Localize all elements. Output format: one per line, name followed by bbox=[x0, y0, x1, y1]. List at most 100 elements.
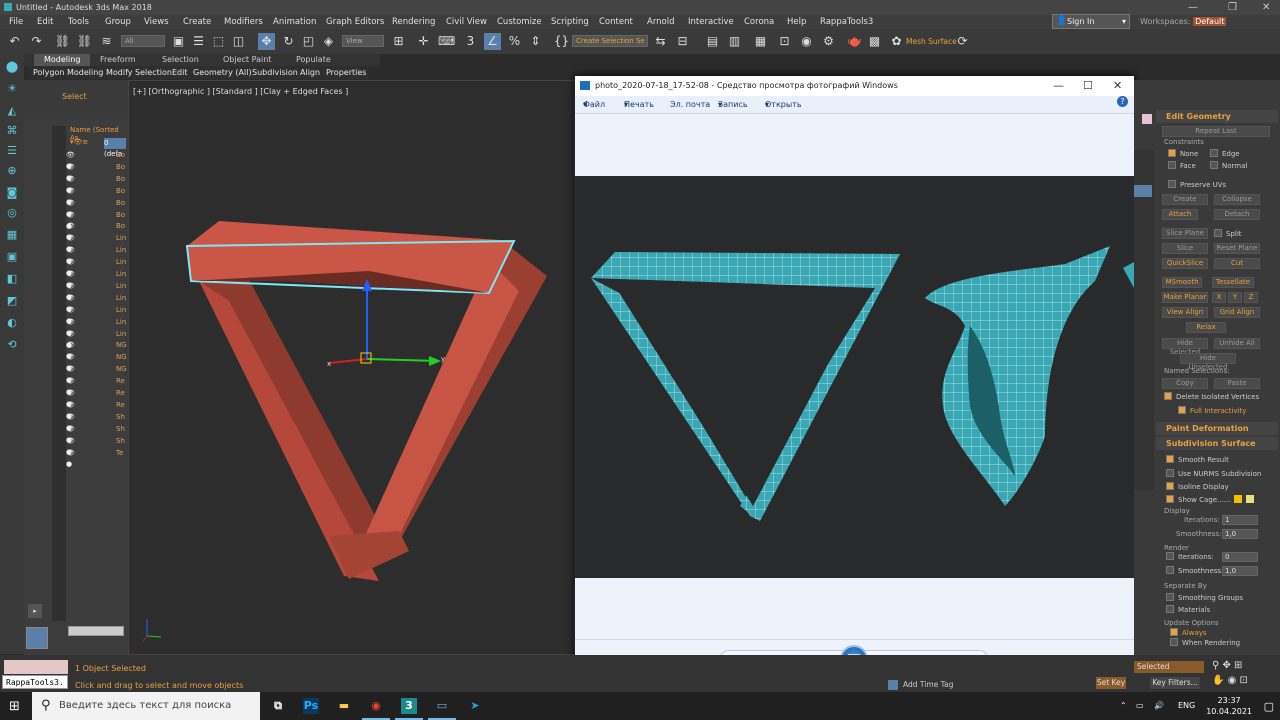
scene-item[interactable]: Lin bbox=[116, 329, 126, 340]
hide-unselected-button[interactable]: Hide Unselected bbox=[1180, 353, 1236, 371]
viewport-orthographic[interactable]: [+] [Orthographic ] [Standard ] [Clay + … bbox=[128, 80, 575, 655]
photoshop-icon[interactable]: Ps bbox=[303, 698, 319, 714]
isoline-display-checkbox[interactable]: Isoline Display bbox=[1166, 482, 1229, 492]
maximize-icon[interactable]: ❐ bbox=[1228, 0, 1237, 15]
visibility-toggle-icon[interactable]: 👁● bbox=[66, 293, 80, 313]
chrome-icon[interactable]: ◉ bbox=[362, 698, 390, 720]
subtab-properties[interactable]: Properties bbox=[326, 66, 366, 79]
visibility-toggle-icon[interactable]: 👁● bbox=[66, 174, 80, 194]
notifications-icon[interactable]: ▢ bbox=[1264, 700, 1274, 713]
workspaces-selector[interactable]: Workspaces: Default bbox=[1140, 15, 1227, 29]
scene-item[interactable]: Lin bbox=[116, 257, 126, 268]
edit-named-selection-icon[interactable]: {} bbox=[553, 33, 570, 50]
visibility-toggle-icon[interactable]: 👁● bbox=[66, 329, 80, 349]
menu-corona[interactable]: Corona bbox=[744, 15, 774, 29]
pv-menu-file[interactable]: Файл ▾ bbox=[583, 96, 605, 114]
smoothness-spinner[interactable]: 1,0 bbox=[1222, 529, 1258, 539]
menu-file[interactable]: File bbox=[9, 15, 23, 29]
menu-scripting[interactable]: Scripting bbox=[551, 15, 589, 29]
spinner-snap-icon[interactable]: ⇕ bbox=[527, 33, 544, 50]
visibility-toggle-icon[interactable]: 👁● bbox=[66, 364, 80, 384]
scene-item[interactable]: Re bbox=[116, 376, 125, 387]
close-icon[interactable]: ✕ bbox=[1262, 0, 1270, 15]
paste-button[interactable]: Paste bbox=[1214, 378, 1260, 389]
3dsmax-taskbar-icon[interactable]: 3 bbox=[395, 698, 423, 720]
cut-button[interactable]: Cut bbox=[1214, 258, 1260, 269]
toggle-ribbon-icon[interactable]: ▥ bbox=[726, 33, 743, 50]
minimize-icon[interactable]: — bbox=[1188, 0, 1198, 15]
render-smoothness-checkbox[interactable]: Smoothness: bbox=[1166, 566, 1223, 576]
bulb-icon[interactable]: ◙ bbox=[5, 186, 19, 199]
scene-item[interactable]: Lin bbox=[116, 245, 126, 256]
subtab-polygon-modeling[interactable]: Polygon Modeling bbox=[33, 66, 103, 79]
render-frame-icon[interactable]: 🫖 bbox=[846, 33, 863, 50]
visibility-toggle-icon[interactable]: 👁● bbox=[66, 436, 80, 456]
delete-isolated-vertices-checkbox[interactable]: Delete Isolated Vertices bbox=[1164, 392, 1259, 402]
telegram-icon[interactable]: ➤ bbox=[467, 698, 483, 714]
visibility-toggle-icon[interactable]: 👁● bbox=[66, 317, 80, 337]
pivot-center-icon[interactable]: ⊞ bbox=[390, 33, 407, 50]
scene-item[interactable]: Bo bbox=[116, 186, 125, 197]
menu-interactive[interactable]: Interactive bbox=[688, 15, 734, 29]
scene-explorer-scrollbar[interactable] bbox=[68, 626, 124, 636]
expand-arrow-icon[interactable]: ▸ bbox=[28, 604, 42, 618]
grid-align-button[interactable]: Grid Align bbox=[1214, 307, 1260, 318]
schematic-view-icon[interactable]: ⊡ bbox=[776, 33, 793, 50]
keyboard-shortcut-override-icon[interactable]: ⌨ bbox=[438, 33, 455, 50]
material-editor-icon[interactable]: ◉ bbox=[798, 33, 815, 50]
scene-item[interactable]: Lin bbox=[116, 233, 126, 244]
display-icon[interactable]: ▣ bbox=[5, 250, 19, 263]
reset-plane-button[interactable]: Reset Plane bbox=[1214, 243, 1260, 254]
orbit-icon[interactable]: ✋ ◉ ⊡ bbox=[1212, 675, 1248, 686]
maxscript-listener[interactable] bbox=[4, 660, 68, 674]
copy-button[interactable]: Copy bbox=[1162, 378, 1208, 389]
scene-item[interactable]: NG bbox=[116, 340, 127, 351]
unhide-all-button[interactable]: Unhide All bbox=[1214, 338, 1260, 349]
scene-item[interactable]: Bo bbox=[116, 162, 125, 173]
visibility-toggle-icon[interactable]: 👁● bbox=[66, 198, 80, 218]
scene-item[interactable]: NG bbox=[116, 364, 127, 375]
rollout-paint-deformation[interactable]: Paint Deformation bbox=[1156, 422, 1278, 435]
layer-toolbar-icon[interactable] bbox=[26, 627, 48, 649]
subtab-subdivision[interactable]: Subdivision bbox=[252, 66, 298, 79]
scene-item[interactable]: Re bbox=[116, 388, 125, 399]
scene-item[interactable]: Bo bbox=[116, 210, 125, 221]
menu-create[interactable]: Create bbox=[183, 15, 211, 29]
scene-item[interactable]: Lin bbox=[116, 281, 126, 292]
select-object-icon[interactable]: ▣ bbox=[170, 33, 187, 50]
constraint-normal-radio[interactable]: Normal bbox=[1210, 161, 1247, 171]
create-button[interactable]: Create bbox=[1162, 194, 1208, 205]
scene-item[interactable]: Te bbox=[116, 448, 123, 459]
undo-icon[interactable]: ↶ bbox=[6, 33, 23, 50]
scene-item[interactable]: NG bbox=[116, 352, 127, 363]
select-label[interactable]: Select bbox=[62, 92, 87, 101]
visibility-toggle-icon[interactable]: 👁● bbox=[66, 424, 80, 444]
visibility-toggle-icon[interactable]: 👁● bbox=[66, 210, 80, 230]
hierarchy-icon[interactable]: ⌘ bbox=[5, 124, 19, 137]
help-icon[interactable]: ? bbox=[1117, 96, 1128, 107]
visibility-toggle-icon[interactable]: 👁● bbox=[66, 233, 80, 253]
rollout-edit-geometry[interactable]: Edit Geometry bbox=[1156, 110, 1278, 123]
tab-object-paint[interactable]: Object Paint bbox=[223, 54, 271, 66]
toggle-icon[interactable]: ⊕ bbox=[5, 164, 19, 177]
scene-item[interactable]: Sh bbox=[116, 436, 125, 447]
scene-item[interactable]: Re bbox=[116, 400, 125, 411]
scene-item[interactable]: Lin bbox=[116, 293, 126, 304]
menu-animation[interactable]: Animation bbox=[273, 15, 316, 29]
mirror-icon[interactable]: ⇆ bbox=[652, 33, 669, 50]
file-explorer-icon[interactable]: ▬ bbox=[336, 698, 352, 714]
utility-icon[interactable]: ⟲ bbox=[5, 338, 19, 351]
scene-item[interactable]: Bo bbox=[116, 174, 125, 185]
show-cage-checkbox[interactable]: Show Cage...... bbox=[1166, 495, 1230, 505]
pv-menu-burn[interactable]: Запись ▾ bbox=[718, 96, 748, 114]
workspaces-value[interactable]: Default bbox=[1193, 17, 1227, 26]
subtab-modify-selection[interactable]: Modify Selection bbox=[106, 66, 172, 79]
planar-y-button[interactable]: Y bbox=[1228, 292, 1242, 303]
menu-graph-editors[interactable]: Graph Editors bbox=[326, 15, 384, 29]
constraint-face-radio[interactable]: Face bbox=[1168, 161, 1196, 171]
render-setup-icon[interactable]: ⚙ bbox=[820, 33, 837, 50]
rappatools-input[interactable]: RappaTools3. bbox=[2, 675, 68, 689]
volume-icon[interactable]: 🔊 bbox=[1154, 701, 1164, 710]
menu-arnold[interactable]: Arnold bbox=[647, 15, 675, 29]
visibility-toggle-icon[interactable]: 👁● bbox=[66, 245, 80, 265]
